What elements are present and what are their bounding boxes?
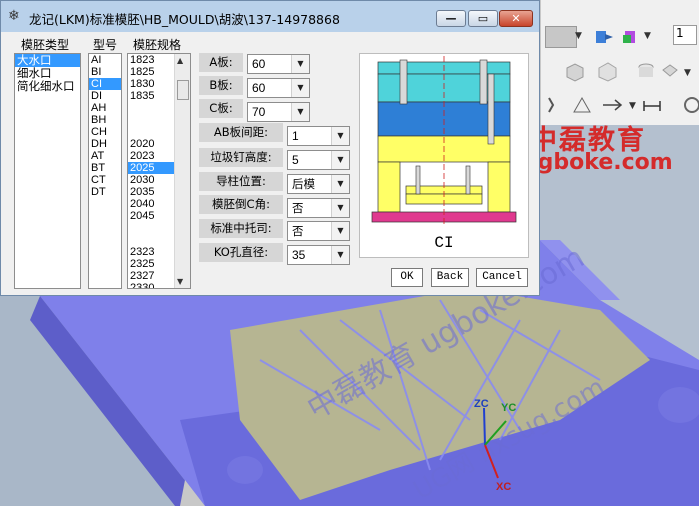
list-item[interactable]: DT bbox=[89, 186, 121, 198]
support-select[interactable]: 否 ▼ bbox=[287, 221, 350, 241]
offset-face-icon[interactable] bbox=[621, 26, 643, 48]
chevron-down-icon[interactable]: ▼ bbox=[575, 31, 582, 41]
a-plate-select[interactable]: 60 ▼ bbox=[247, 54, 310, 74]
close-icon: ✕ bbox=[511, 12, 521, 25]
chamfer-select[interactable]: 否 ▼ bbox=[287, 198, 350, 218]
spec-scrollbar[interactable]: ▲ ▼ bbox=[174, 54, 190, 288]
guide-pos-value: 后模 bbox=[292, 177, 315, 191]
color-swatch[interactable] bbox=[545, 26, 577, 48]
list-item[interactable]: 简化细水口 bbox=[15, 80, 80, 93]
list-item[interactable]: AI bbox=[89, 54, 121, 66]
box-icon[interactable] bbox=[563, 60, 585, 82]
spec-header: 模胚规格 bbox=[133, 38, 182, 52]
chevron-down-icon[interactable]: ▼ bbox=[291, 79, 309, 97]
snowflake-app-icon: ❄ bbox=[8, 8, 20, 24]
chamfer-value: 否 bbox=[292, 201, 304, 215]
mold-base-diagram: CI bbox=[371, 56, 517, 252]
list-item[interactable]: DI bbox=[89, 90, 121, 102]
chamfer-icon[interactable] bbox=[641, 94, 663, 116]
list-item[interactable]: BT bbox=[89, 162, 121, 174]
trash-pin-label: 垃圾钉高度: bbox=[199, 148, 283, 167]
list-item[interactable]: AH bbox=[89, 102, 121, 114]
toolbar-number-field[interactable]: 1 bbox=[673, 25, 697, 45]
mold-type-list[interactable]: 大水口 细水口 简化细水口 bbox=[14, 53, 81, 289]
guide-pos-label: 导柱位置: bbox=[199, 172, 283, 191]
a-plate-label: A板: bbox=[199, 53, 243, 72]
maximize-icon: ▭ bbox=[477, 12, 489, 25]
spec-list[interactable]: 1823 1825 1830 1835 2020 2023 2025 2030 … bbox=[127, 53, 191, 289]
mold-base-dialog: ❄ 龙记(LKM)标准模胚\HB_MOULD\胡波\137-14978868 —… bbox=[0, 0, 540, 296]
c-plate-label: C板: bbox=[199, 99, 243, 118]
ko-hole-value: 35 bbox=[292, 248, 306, 262]
chevron-down-icon[interactable]: ▼ bbox=[291, 55, 309, 73]
close-button[interactable]: ✕ bbox=[499, 10, 533, 27]
chamfer-label: 模胚倒C角: bbox=[199, 195, 283, 214]
ok-button[interactable]: OK bbox=[391, 268, 423, 287]
window-title: 龙记(LKM)标准模胚\HB_MOULD\胡波\137-14978868 bbox=[29, 12, 340, 27]
scroll-thumb[interactable] bbox=[177, 80, 189, 100]
a-plate-value: 60 bbox=[252, 57, 266, 71]
list-item[interactable]: CH bbox=[89, 126, 121, 138]
ab-gap-select[interactable]: 1 ▼ bbox=[287, 126, 350, 146]
list-item[interactable]: BH bbox=[89, 114, 121, 126]
ko-hole-select[interactable]: 35 ▼ bbox=[287, 245, 350, 265]
c-plate-select[interactable]: 70 ▼ bbox=[247, 102, 310, 122]
dialog-body: 模胚类型 型号 模胚规格 大水口 细水口 简化细水口 AI BI CI DI A… bbox=[3, 32, 537, 294]
back-button[interactable]: Back bbox=[431, 268, 469, 287]
chevron-down-icon[interactable]: ▼ bbox=[331, 246, 349, 264]
minimize-button[interactable]: — bbox=[436, 10, 466, 27]
list-item[interactable]: CI bbox=[89, 78, 121, 90]
chevron-down-icon[interactable]: ▼ bbox=[684, 68, 691, 78]
model-header: 型号 bbox=[93, 38, 118, 52]
chevron-down-icon[interactable]: ▼ bbox=[629, 101, 636, 111]
brand-url-text: ugboke.com bbox=[522, 150, 673, 175]
b-plate-value: 60 bbox=[252, 81, 266, 95]
preview-caption: CI bbox=[434, 234, 453, 252]
b-plate-label: B板: bbox=[199, 76, 243, 95]
support-label: 标准中托司: bbox=[199, 219, 283, 238]
chevron-down-icon[interactable]: ▼ bbox=[644, 31, 651, 41]
ab-gap-label: AB板间距: bbox=[199, 123, 283, 142]
move-face-icon[interactable] bbox=[593, 26, 615, 48]
chevron-down-icon[interactable]: ▼ bbox=[331, 127, 349, 145]
maximize-button[interactable]: ▭ bbox=[468, 10, 498, 27]
support-value: 否 bbox=[292, 224, 304, 238]
mold-type-header: 模胚类型 bbox=[21, 38, 70, 52]
measure-icon[interactable] bbox=[681, 94, 699, 116]
sphere-icon[interactable] bbox=[659, 60, 681, 82]
list-item[interactable]: AT bbox=[89, 150, 121, 162]
b-plate-select[interactable]: 60 ▼ bbox=[247, 78, 310, 98]
mirror-icon[interactable] bbox=[571, 94, 593, 116]
chevron-down-icon[interactable]: ▼ bbox=[331, 175, 349, 193]
edge-blend-icon[interactable] bbox=[601, 94, 623, 116]
scroll-up-icon[interactable]: ▲ bbox=[177, 56, 183, 65]
trash-pin-select[interactable]: 5 ▼ bbox=[287, 150, 350, 170]
cancel-button[interactable]: Cancel bbox=[476, 268, 528, 287]
axis-yc-label: YC bbox=[501, 402, 517, 414]
block-icon[interactable] bbox=[596, 60, 618, 82]
axis-xc-label: XC bbox=[496, 481, 512, 493]
ab-gap-value: 1 bbox=[292, 129, 299, 143]
list-item[interactable]: DH bbox=[89, 138, 121, 150]
mold-preview-panel: CI bbox=[359, 53, 529, 258]
c-plate-value: 70 bbox=[252, 105, 266, 119]
cad-toolbar: ▼ ▼ 1 ▼ ▼ bbox=[540, 0, 699, 125]
chevron-down-icon[interactable]: ▼ bbox=[331, 222, 349, 240]
ko-hole-label: KO孔直径: bbox=[199, 243, 283, 262]
axis-zc-label: ZC bbox=[474, 398, 489, 410]
trash-pin-value: 5 bbox=[292, 153, 299, 167]
model-list[interactable]: AI BI CI DI AH BH CH DH AT BT CT DT bbox=[88, 53, 122, 289]
list-item[interactable]: CT bbox=[89, 174, 121, 186]
chevron-down-icon[interactable]: ▼ bbox=[291, 103, 309, 121]
transform-icon[interactable] bbox=[543, 94, 565, 116]
chevron-down-icon[interactable]: ▼ bbox=[331, 151, 349, 169]
list-item[interactable]: BI bbox=[89, 66, 121, 78]
chevron-down-icon[interactable]: ▼ bbox=[331, 199, 349, 217]
minimize-icon: — bbox=[445, 12, 457, 25]
guide-pos-select[interactable]: 后模 ▼ bbox=[287, 174, 350, 194]
scroll-down-icon[interactable]: ▼ bbox=[177, 277, 183, 286]
title-bar[interactable]: ❄ 龙记(LKM)标准模胚\HB_MOULD\胡波\137-14978868 —… bbox=[1, 1, 539, 32]
cylinder-icon[interactable] bbox=[635, 60, 657, 82]
